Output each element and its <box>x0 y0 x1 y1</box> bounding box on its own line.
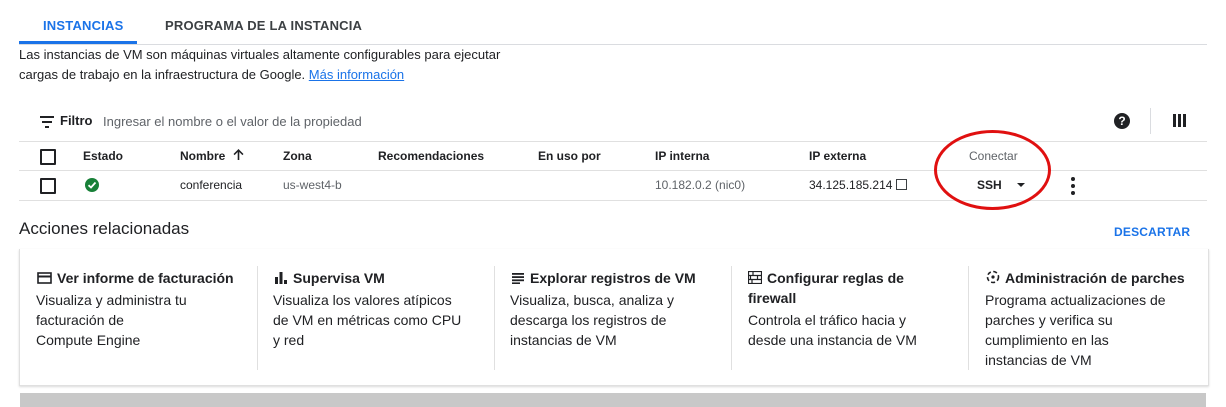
card-billing-report[interactable]: Ver informe de facturación <box>37 268 234 288</box>
description-line-2: cargas de trabajo en la infraestructura … <box>19 67 306 82</box>
card-divider <box>494 266 495 370</box>
card-text-line: cumplimiento en las <box>985 332 1109 348</box>
open-external-icon <box>896 179 908 190</box>
card-text-line: Controla el tráfico hacia y <box>748 312 906 328</box>
column-header-ip-externa[interactable]: IP externa <box>809 149 866 163</box>
page-description: Las instancias de VM son máquinas virtua… <box>19 45 539 85</box>
card-title-label-line2: firewall <box>748 290 797 306</box>
horizontal-scrollbar[interactable] <box>20 393 1206 407</box>
card-text-line: instancias de VM <box>985 352 1092 368</box>
card-text-line: parches y verifica su <box>985 312 1113 328</box>
dismiss-button[interactable]: DESCARTAR <box>1114 225 1190 239</box>
instance-external-ip-link[interactable]: 34.125.185.214 <box>809 178 908 192</box>
help-icon[interactable]: ? <box>1114 113 1130 129</box>
description-line-1: Las instancias de VM son máquinas virtua… <box>19 47 501 62</box>
bar-chart-icon <box>275 272 287 284</box>
row-checkbox[interactable] <box>40 178 56 194</box>
card-title-label: Ver informe de facturación <box>57 270 234 286</box>
card-text-line: Compute Engine <box>36 332 141 348</box>
card-text-line: instancias de VM <box>510 332 617 348</box>
column-header-en-uso-por[interactable]: En uso por <box>538 149 601 163</box>
instance-name-link[interactable]: conferencia <box>180 178 242 192</box>
card-title-label: Explorar registros de VM <box>530 270 696 286</box>
card-title-label: Administración de parches <box>1005 270 1185 286</box>
card-patch-description: Programa actualizaciones de parches y ve… <box>985 290 1166 370</box>
card-text-line: desde una instancia de VM <box>748 332 917 348</box>
card-divider <box>968 266 969 370</box>
external-ip-value: 34.125.185.214 <box>809 178 893 192</box>
card-explore-logs[interactable]: Explorar registros de VM <box>511 268 696 288</box>
card-firewall-rules[interactable]: Configurar reglas de firewall <box>748 268 904 308</box>
filter-label: Filtro <box>60 113 93 128</box>
annotation-circle-highlight <box>934 130 1051 210</box>
card-text-line: Visualiza, busca, analiza y <box>510 292 674 308</box>
card-text-line: Visualiza y administra tu <box>36 292 187 308</box>
card-billing-description: Visualiza y administra tu facturación de… <box>36 290 187 350</box>
logs-list-icon <box>512 273 524 284</box>
related-actions-title: Acciones relacionadas <box>19 219 190 238</box>
card-title-label: Supervisa VM <box>293 270 385 286</box>
card-divider <box>731 266 732 370</box>
card-title-label: Configurar reglas de <box>767 270 904 286</box>
card-text-line: descarga los registros de <box>510 312 667 328</box>
column-header-zona[interactable]: Zona <box>283 149 312 163</box>
sort-ascending-icon[interactable] <box>232 148 245 161</box>
card-text-line: y red <box>273 332 305 348</box>
card-text-line: facturación de <box>36 312 124 328</box>
filter-icon <box>40 116 54 128</box>
instance-zone: us-west4-b <box>283 178 342 192</box>
card-patch-management[interactable]: Administración de parches <box>986 268 1185 288</box>
tab-programa-instancia[interactable]: PROGRAMA DE LA INSTANCIA <box>165 0 362 44</box>
patch-icon <box>986 270 1000 284</box>
card-divider <box>257 266 258 370</box>
card-monitor-description: Visualiza los valores atípicos de VM en … <box>273 290 461 350</box>
more-actions-kebab-icon[interactable] <box>1069 177 1077 195</box>
card-monitor-vm[interactable]: Supervisa VM <box>274 268 385 288</box>
column-header-ip-interna[interactable]: IP interna <box>655 149 709 163</box>
column-display-icon[interactable] <box>1173 114 1186 127</box>
column-header-nombre[interactable]: Nombre <box>180 149 225 163</box>
column-header-estado[interactable]: Estado <box>83 149 123 163</box>
column-header-recomendaciones[interactable]: Recomendaciones <box>378 149 484 163</box>
card-text-line: Programa actualizaciones de <box>985 292 1166 308</box>
tab-instancias[interactable]: INSTANCIAS <box>43 0 123 44</box>
status-running-icon <box>85 178 99 192</box>
select-all-checkbox[interactable] <box>40 149 56 165</box>
firewall-icon <box>748 271 762 284</box>
instance-internal-ip: 10.182.0.2 (nic0) <box>655 178 746 192</box>
card-text-line: de VM en métricas como CPU <box>273 312 462 328</box>
learn-more-link[interactable]: Más información <box>309 67 404 82</box>
card-logs-description: Visualiza, busca, analiza y descarga los… <box>510 290 674 350</box>
card-text-line: Visualiza los valores atípicos <box>273 292 452 308</box>
toolbar-separator <box>1150 108 1151 134</box>
filter-input[interactable] <box>100 110 626 132</box>
billing-card-icon <box>37 272 52 284</box>
card-firewall-description: Controla el tráfico hacia y desde una in… <box>748 310 917 350</box>
